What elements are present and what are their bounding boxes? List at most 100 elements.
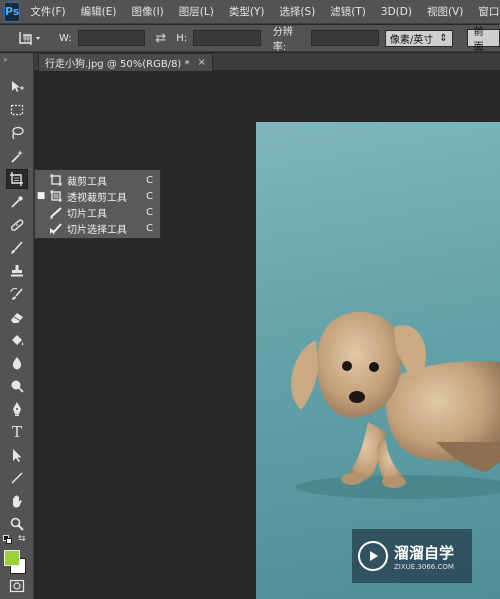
quick-mask-button[interactable] xyxy=(6,576,28,596)
type-icon: T xyxy=(11,423,22,441)
pen-icon xyxy=(13,402,21,416)
move-tool[interactable] xyxy=(6,77,28,97)
healing-brush-icon xyxy=(10,219,24,231)
document-tab-title: 行走小狗.jpg @ 50%(RGB/8) * xyxy=(45,59,190,70)
watermark-subtitle: ZIXUE.3066.COM xyxy=(394,562,454,571)
clone-stamp-icon xyxy=(11,265,23,277)
height-field[interactable] xyxy=(193,30,261,46)
lasso-tool[interactable] xyxy=(6,123,28,143)
menu-bar: Ps 文件(F) 编辑(E) 图像(I) 图层(L) 类型(Y) 选择(S) 滤… xyxy=(0,0,500,24)
menu-window[interactable]: 窗口 xyxy=(478,4,499,19)
flyout-item-label: 切片工具 xyxy=(67,208,107,220)
history-brush-icon xyxy=(10,287,23,300)
watermark-text: 溜溜自学 ZIXUE.3066.COM xyxy=(394,542,454,571)
slice-icon xyxy=(50,207,62,219)
width-field[interactable] xyxy=(77,30,146,46)
swap-dimensions-icon[interactable]: ⇄ xyxy=(155,31,166,46)
play-icon xyxy=(370,551,378,561)
selected-indicator: ■ xyxy=(36,191,46,201)
eyedropper-tool[interactable] xyxy=(6,192,28,212)
options-bar: W: ⇄ H: 分辨率: 像素/英寸 ⇕ 前面 xyxy=(0,25,500,53)
watermark-logo xyxy=(358,541,388,571)
menu-file[interactable]: 文件(F) xyxy=(30,4,65,19)
tools-panel: » T ⇆ xyxy=(0,53,34,599)
flyout-item-label: 透视裁剪工具 xyxy=(67,192,127,204)
menu-layer[interactable]: 图层(L) xyxy=(179,4,214,19)
lasso-icon xyxy=(12,126,24,140)
perspective-crop-icon xyxy=(10,172,23,186)
move-icon xyxy=(12,81,24,92)
menu-filter[interactable]: 滤镜(T) xyxy=(330,4,366,19)
resolution-field[interactable] xyxy=(311,30,379,46)
magic-wand-tool[interactable] xyxy=(6,146,28,166)
photoshop-logo: Ps xyxy=(4,1,21,22)
crop-tool[interactable] xyxy=(6,169,28,189)
menu-select[interactable]: 选择(S) xyxy=(279,4,315,19)
quick-mask-icon xyxy=(9,579,25,593)
hand-tool[interactable] xyxy=(6,491,28,511)
eyedropper-icon xyxy=(11,196,23,208)
foreground-color-swatch[interactable] xyxy=(4,550,20,566)
menu-3d[interactable]: 3D(D) xyxy=(381,6,412,18)
healing-brush-tool[interactable] xyxy=(6,215,28,235)
perspective-crop-icon xyxy=(19,32,40,45)
menu-view[interactable]: 视图(V) xyxy=(427,4,463,19)
flyout-item-crop[interactable]: 裁剪工具 C xyxy=(35,172,160,188)
flyout-item-slice-select[interactable]: 切片选择工具 C xyxy=(35,220,160,236)
swap-colors-icon[interactable]: ⇆ xyxy=(18,534,26,544)
marquee-icon xyxy=(10,104,24,116)
pen-tool[interactable] xyxy=(6,399,28,419)
menu-type[interactable]: 类型(Y) xyxy=(229,4,265,19)
slice-select-icon xyxy=(50,223,62,235)
marquee-tool[interactable] xyxy=(6,100,28,120)
blur-tool[interactable] xyxy=(6,353,28,373)
collapse-panel-icon[interactable]: » xyxy=(3,55,8,64)
front-image-button[interactable]: 前面 xyxy=(466,27,500,53)
magic-wand-icon xyxy=(11,150,23,163)
history-brush-tool[interactable] xyxy=(6,284,28,304)
line-tool[interactable] xyxy=(6,468,28,488)
tool-preset-picker[interactable] xyxy=(16,28,45,48)
unit-select[interactable]: 像素/英寸 ⇕ xyxy=(384,29,453,47)
flyout-item-perspective-crop[interactable]: ■ 透视裁剪工具 C xyxy=(35,188,160,204)
flyout-item-label: 切片选择工具 xyxy=(67,224,127,236)
dodge-tool[interactable] xyxy=(6,376,28,396)
flyout-item-label: 裁剪工具 xyxy=(67,176,107,188)
flyout-item-slice[interactable]: 切片工具 C xyxy=(35,204,160,220)
width-label: W: xyxy=(59,32,72,44)
dog-photo[interactable] xyxy=(256,122,500,599)
watermark: 溜溜自学 ZIXUE.3066.COM xyxy=(352,529,472,583)
line-icon xyxy=(11,472,23,484)
zoom-tool[interactable] xyxy=(6,514,28,534)
menu-image[interactable]: 图像(I) xyxy=(131,4,163,19)
clone-stamp-tool[interactable] xyxy=(6,261,28,281)
flyout-item-shortcut: C xyxy=(146,174,153,186)
crop-icon xyxy=(50,174,62,186)
type-tool[interactable]: T xyxy=(6,422,28,442)
close-icon[interactable]: × xyxy=(198,57,206,68)
eraser-icon xyxy=(11,313,23,323)
hand-icon xyxy=(13,495,22,508)
default-colors-icon[interactable] xyxy=(3,535,13,545)
paint-bucket-icon xyxy=(12,335,24,346)
brush-tool[interactable] xyxy=(6,238,28,258)
unit-select-value: 像素/英寸 xyxy=(389,34,434,46)
path-selection-tool[interactable] xyxy=(6,445,28,465)
zoom-icon xyxy=(10,517,24,531)
perspective-crop-icon xyxy=(50,190,62,202)
crop-tool-flyout: 裁剪工具 C ■ 透视裁剪工具 C 切片工具 C 切片选择工具 C xyxy=(34,169,161,239)
path-selection-icon xyxy=(13,449,22,462)
flyout-item-shortcut: C xyxy=(146,222,153,234)
canvas-area[interactable] xyxy=(34,72,500,599)
paint-bucket-tool[interactable] xyxy=(6,330,28,350)
flyout-item-shortcut: C xyxy=(146,206,153,218)
eraser-tool[interactable] xyxy=(6,307,28,327)
height-label: H: xyxy=(176,32,188,44)
document-tab[interactable]: 行走小狗.jpg @ 50%(RGB/8) * × xyxy=(38,53,213,71)
menu-edit[interactable]: 编辑(E) xyxy=(81,4,117,19)
dog-image xyxy=(291,311,500,499)
brush-icon xyxy=(11,241,23,254)
document-tab-bar: 行走小狗.jpg @ 50%(RGB/8) * × xyxy=(34,53,500,71)
flyout-item-shortcut: C xyxy=(146,190,153,202)
watermark-title: 溜溜自学 xyxy=(394,543,455,562)
